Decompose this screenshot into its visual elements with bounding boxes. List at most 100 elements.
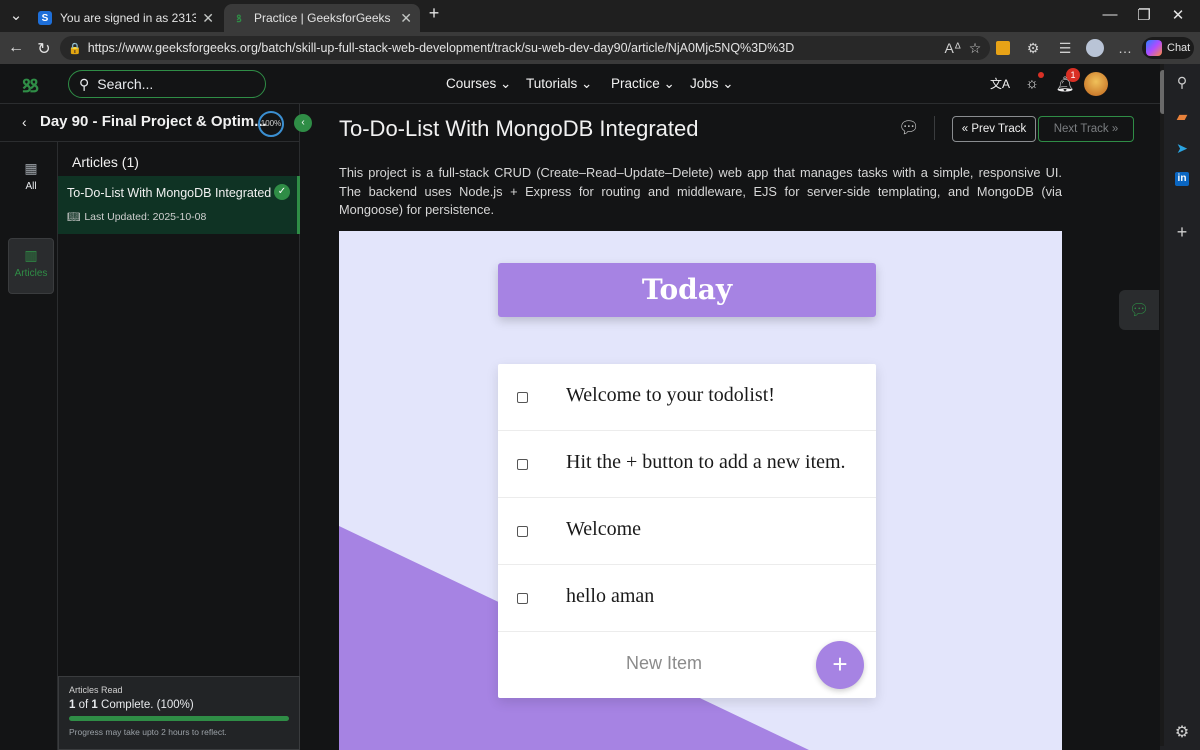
chat-bubbles-icon: 💬︎ <box>1129 302 1150 319</box>
article-updated: 📖︎ Last Updated: 2025-10-08 <box>67 211 207 223</box>
translate-icon[interactable]: 文A <box>990 75 1010 92</box>
todo-demo-image: Today Welcome to your todolist! Hit the … <box>339 231 1062 750</box>
nav-practice[interactable]: Practice ⌄ <box>611 76 675 92</box>
url-text: https://www.geeksforgeeks.org/batch/skil… <box>87 41 795 55</box>
theme-dot <box>1038 72 1044 78</box>
article-item-title: To-Do-List With MongoDB Integrated <box>67 186 272 200</box>
chevron-down-icon: ⌄ <box>722 76 734 91</box>
gfg-favicon-icon: ꝸ <box>236 14 242 25</box>
progress-bar <box>69 716 289 721</box>
favorites-icon[interactable]: ☰ <box>1056 40 1074 57</box>
chevron-down-icon: ⌄ <box>663 76 675 91</box>
close-tab-icon[interactable]: ✕ <box>400 10 412 27</box>
todo-item: Hit the + button to add a new item. <box>498 431 876 498</box>
comment-icon[interactable]: 💬︎ <box>898 118 920 138</box>
chevron-down-icon: ⌄ <box>500 76 512 91</box>
reload-icon[interactable]: ↻ <box>34 39 54 59</box>
telegram-icon[interactable]: ➤ <box>1172 140 1192 157</box>
notification-badge: 1 <box>1066 68 1080 82</box>
extensions-icon[interactable]: ⚙ <box>1024 40 1042 57</box>
search-box[interactable]: ⚲ Search... <box>68 70 266 98</box>
nav-tutorials[interactable]: Tutorials ⌄ <box>526 76 592 92</box>
grid-icon: ▦ <box>24 160 38 176</box>
todo-text: Welcome to your todolist! <box>566 384 775 406</box>
book-icon: ▥ <box>24 247 38 263</box>
book-open-icon: 📖︎ <box>67 211 81 223</box>
course-title[interactable]: Day 90 - Final Project & Optim... <box>40 113 267 130</box>
course-header: ‹ Day 90 - Final Project & Optim... 100% <box>0 104 300 142</box>
today-heading: Today <box>498 263 876 317</box>
course-sidebar: ‹ Day 90 - Final Project & Optim... 100%… <box>0 104 300 750</box>
briefcase-icon[interactable]: ▰ <box>1172 108 1192 125</box>
todo-item: Welcome <box>498 498 876 565</box>
browser-toolbar: ← ↻ 🔒 https://www.geeksforgeeks.org/batc… <box>0 32 1200 64</box>
user-avatar[interactable] <box>1084 72 1108 96</box>
filter-all[interactable]: ▦ All <box>8 152 54 208</box>
close-window-icon[interactable]: ✕ <box>1168 6 1188 24</box>
copilot-icon <box>1146 40 1162 56</box>
todo-text: Hit the + button to add a new item. <box>566 451 846 473</box>
progress-label: Articles Read <box>69 685 123 695</box>
todo-item: Welcome to your todolist! <box>498 364 876 431</box>
tab-list-chevron-icon[interactable]: ⌄ <box>6 6 26 24</box>
favorite-star-icon[interactable]: ☆ <box>966 40 984 57</box>
profile-avatar[interactable] <box>1086 39 1104 57</box>
article-content: To-Do-List With MongoDB Integrated 💬︎ « … <box>300 104 1160 750</box>
progress-card: Articles Read 1 of 1 Complete. (100%) Pr… <box>58 676 300 750</box>
new-tab-button[interactable]: + <box>424 3 444 24</box>
read-aloud-icon[interactable]: Aᐞ <box>944 40 962 57</box>
next-track-button[interactable]: Next Track » <box>1038 116 1134 142</box>
settings-gear-icon[interactable]: ⚙ <box>1172 722 1192 742</box>
site-header: ꝸꝸ ⚲ Search... Courses ⌄ Tutorials ⌄ Pra… <box>0 64 1160 104</box>
browser-sidebar <box>1164 64 1200 750</box>
progress-count: 1 of 1 Complete. (100%) <box>69 699 194 711</box>
divider <box>934 116 935 140</box>
article-list-item[interactable]: To-Do-List With MongoDB Integrated ✓ 📖︎ L… <box>58 176 300 234</box>
chat-label: Chat <box>1167 42 1191 54</box>
progress-ring: 100% <box>258 111 284 137</box>
restore-icon[interactable]: ❐ <box>1134 6 1154 24</box>
articles-heading: Articles (1) <box>72 154 139 170</box>
copilot-chat-button[interactable]: Chat <box>1142 37 1194 59</box>
todo-text: Welcome <box>566 518 642 540</box>
article-description: This project is a full-stack CRUD (Creat… <box>339 165 1062 217</box>
todo-text: hello aman <box>566 585 655 607</box>
site-info-icon[interactable]: 🔒 <box>68 42 82 55</box>
search-input[interactable]: Search... <box>97 76 153 92</box>
prev-track-button[interactable]: « Prev Track <box>952 116 1036 142</box>
floating-chat-button[interactable]: 💬︎ <box>1119 290 1159 330</box>
browser-tab-strip: ⌄ S You are signed in as 2313689 ✕ ꝸ Pra… <box>0 0 1200 32</box>
add-item-button: + <box>816 641 864 689</box>
gfg-logo[interactable]: ꝸꝸ <box>22 74 39 98</box>
back-arrow-icon[interactable]: ← <box>6 39 26 57</box>
progress-bar-fill <box>69 716 289 721</box>
nav-courses[interactable]: Courses ⌄ <box>446 76 511 92</box>
nav-jobs[interactable]: Jobs ⌄ <box>690 76 734 92</box>
search-icon: ⚲ <box>79 75 90 92</box>
search-sidebar-icon[interactable]: ⚲ <box>1172 74 1192 91</box>
todo-checkbox <box>517 392 528 403</box>
tab-title: You are signed in as 2313689 <box>60 11 197 25</box>
browser-tab-practice[interactable]: ꝸ Practice | GeeksforGeeks | A comp ✕ <box>224 4 420 32</box>
tab-title: Practice | GeeksforGeeks | A comp <box>254 11 394 25</box>
back-chevron-icon[interactable]: ‹ <box>22 114 27 130</box>
todo-item: hello aman <box>498 565 876 632</box>
chevron-down-icon: ⌄ <box>581 76 593 91</box>
filter-column: ▦ All ▥ Articles <box>0 142 58 750</box>
download-extension-icon[interactable] <box>996 41 1010 55</box>
tab-favicon-icon: S <box>38 11 52 25</box>
close-tab-icon[interactable]: ✕ <box>202 10 214 27</box>
browser-tab-signed-in[interactable]: S You are signed in as 2313689 ✕ <box>30 4 222 32</box>
progress-note: Progress may take upto 2 hours to reflec… <box>69 727 227 737</box>
add-sidebar-app-icon[interactable]: + <box>1172 222 1192 243</box>
address-bar[interactable]: 🔒 https://www.geeksforgeeks.org/batch/sk… <box>60 36 990 60</box>
todo-checkbox <box>517 459 528 470</box>
todo-list: Welcome to your todolist! Hit the + butt… <box>498 364 876 698</box>
filter-articles[interactable]: ▥ Articles <box>8 238 54 294</box>
todo-checkbox <box>517 526 528 537</box>
more-menu-icon[interactable]: … <box>1116 40 1134 56</box>
article-title: To-Do-List With MongoDB Integrated <box>339 116 699 141</box>
new-item-placeholder: New Item <box>626 653 703 673</box>
minimize-icon[interactable]: — <box>1100 6 1120 23</box>
linkedin-icon[interactable]: in <box>1175 172 1189 186</box>
